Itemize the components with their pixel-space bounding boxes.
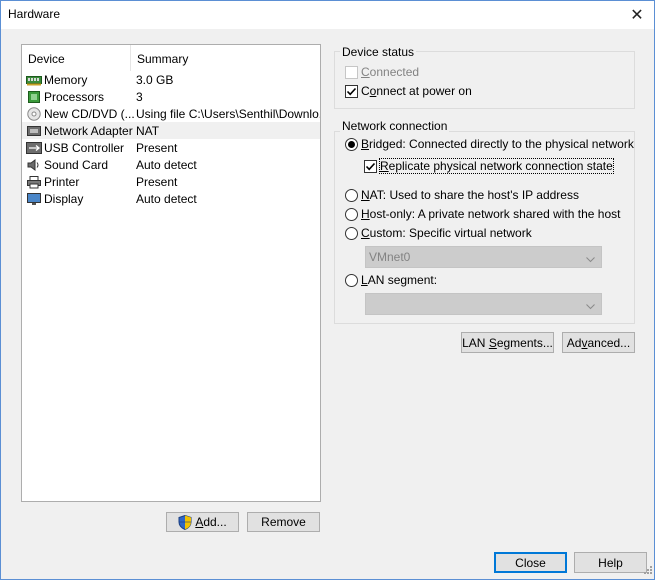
connect-at-power-on-label: nnect at power on (376, 84, 472, 98)
label-pre: LAN (462, 335, 489, 350)
resize-grip-icon[interactable] (643, 564, 653, 578)
lan-segment-select[interactable] (365, 293, 602, 315)
add-accesskey: A (195, 515, 204, 529)
add-button[interactable]: Add... (166, 512, 239, 532)
device-row-cd-dvd[interactable]: New CD/DVD (... Using file C:\Users\Sent… (22, 105, 320, 122)
sound-card-icon (26, 158, 42, 172)
cd-dvd-icon (26, 106, 42, 121)
device-row-sound-card[interactable]: Sound Card Auto detect (22, 156, 320, 173)
checkbox-box (364, 159, 377, 173)
nat-label: AT: Used to share the host's IP address (369, 188, 579, 202)
network-adapter-icon (26, 124, 42, 138)
replicate-label: eplicate physical network connection sta… (388, 159, 613, 173)
remove-button[interactable]: Remove (247, 512, 320, 532)
lan-segment-radio[interactable]: LAN segment: (345, 273, 437, 287)
checkbox-box (345, 65, 358, 79)
accesskey: S (488, 335, 497, 350)
device-name: Memory (44, 72, 88, 87)
processor-icon (26, 90, 42, 104)
device-name: Processors (44, 89, 105, 104)
accesskey: L (361, 273, 368, 287)
memory-icon (26, 73, 42, 87)
accesskey: R (380, 159, 389, 173)
device-status-group (334, 51, 635, 109)
connect-at-power-on-checkbox[interactable]: Connect at power on (345, 84, 472, 98)
radio-circle (345, 207, 358, 221)
device-row-usb-controller[interactable]: USB Controller Present (22, 139, 320, 156)
device-summary: Auto detect (136, 157, 197, 172)
connected-checkbox[interactable]: Connected (345, 65, 419, 79)
device-summary: Using file C:\Users\Senthil\Downlo... (136, 106, 320, 121)
dialog-body: Device Summary Memory 3.0 GB Processors … (0, 29, 655, 580)
accesskey: C (361, 65, 370, 79)
replicate-state-checkbox[interactable]: Replicate physical network connection st… (364, 158, 614, 174)
device-status-title: Device status (340, 45, 417, 59)
device-summary: 3 (136, 89, 143, 104)
lan-segments-button[interactable]: LAN Segments... (461, 332, 554, 353)
close-window-icon[interactable]: ✕ (620, 1, 654, 29)
accesskey: N (361, 188, 370, 202)
device-row-memory[interactable]: Memory 3.0 GB (22, 71, 320, 88)
device-name: Display (44, 191, 84, 206)
accesskey: B (361, 137, 370, 151)
checkmark-icon (365, 162, 376, 170)
device-row-display[interactable]: Display Auto detect (22, 190, 320, 207)
device-summary: NAT (136, 123, 160, 138)
host-only-radio[interactable]: Host-only: A private network shared with… (345, 207, 620, 221)
accesskey: C (361, 226, 370, 240)
device-summary: 3.0 GB (136, 72, 174, 87)
column-header-device[interactable]: Device (22, 45, 131, 71)
advanced-label: anced... (587, 335, 631, 350)
usb-icon (26, 141, 42, 155)
lan-segments-label: egments... (496, 335, 553, 350)
device-name: Network Adapter (44, 123, 133, 138)
accesskey: H (361, 207, 370, 221)
radio-circle (345, 226, 358, 240)
radio-circle (345, 273, 358, 287)
close-button[interactable]: Close (494, 552, 567, 573)
printer-icon (26, 175, 42, 189)
device-row-processors[interactable]: Processors 3 (22, 88, 320, 105)
device-name: USB Controller (44, 140, 125, 155)
add-button-label: dd... (203, 515, 227, 529)
device-row-printer[interactable]: Printer Present (22, 173, 320, 190)
device-list-header: Device Summary (22, 45, 320, 71)
device-name: New CD/DVD (... (44, 106, 135, 121)
label-pre: Ad (566, 335, 582, 350)
device-summary: Present (136, 140, 178, 155)
advanced-button[interactable]: Ad v anced... (562, 332, 635, 353)
column-header-summary[interactable]: Summary (131, 45, 320, 71)
lan-segment-label: AN segment: (367, 273, 438, 287)
network-connection-title: Network connection (340, 119, 450, 133)
radio-circle (345, 188, 358, 202)
checkbox-box (345, 84, 358, 98)
chevron-down-icon (586, 252, 595, 266)
device-name: Printer (44, 174, 80, 189)
device-rows: Memory 3.0 GB Processors 3 New CD/DVD (.… (22, 71, 320, 207)
display-icon (26, 192, 42, 206)
label-pre: C (361, 84, 370, 98)
window-title: Hardware (8, 7, 61, 21)
custom-label: ustom: Specific virtual network (369, 226, 532, 240)
bridged-label: ridged: Connected directly to the physic… (369, 137, 634, 151)
device-row-network-adapter[interactable]: Network Adapter NAT (22, 122, 320, 139)
title-bar: Hardware ✕ (0, 0, 655, 29)
custom-network-value: VMnet0 (369, 250, 411, 264)
custom-network-select[interactable]: VMnet0 (365, 246, 602, 268)
checkmark-icon (346, 87, 357, 95)
device-summary: Present (136, 174, 178, 189)
shield-icon (178, 514, 192, 530)
nat-radio[interactable]: NAT: Used to share the host's IP address (345, 188, 579, 202)
host-only-label: ost-only: A private network shared with … (369, 207, 621, 221)
device-summary: Auto detect (136, 191, 197, 206)
radio-circle (345, 137, 358, 151)
device-list[interactable]: Device Summary Memory 3.0 GB Processors … (21, 44, 321, 502)
connected-label: onnected (369, 65, 420, 79)
custom-radio[interactable]: Custom: Specific virtual network (345, 226, 532, 240)
device-name: Sound Card (44, 157, 109, 172)
bridged-radio[interactable]: Bridged: Connected directly to the physi… (345, 137, 634, 151)
help-button[interactable]: Help (574, 552, 647, 573)
chevron-down-icon (586, 299, 595, 313)
